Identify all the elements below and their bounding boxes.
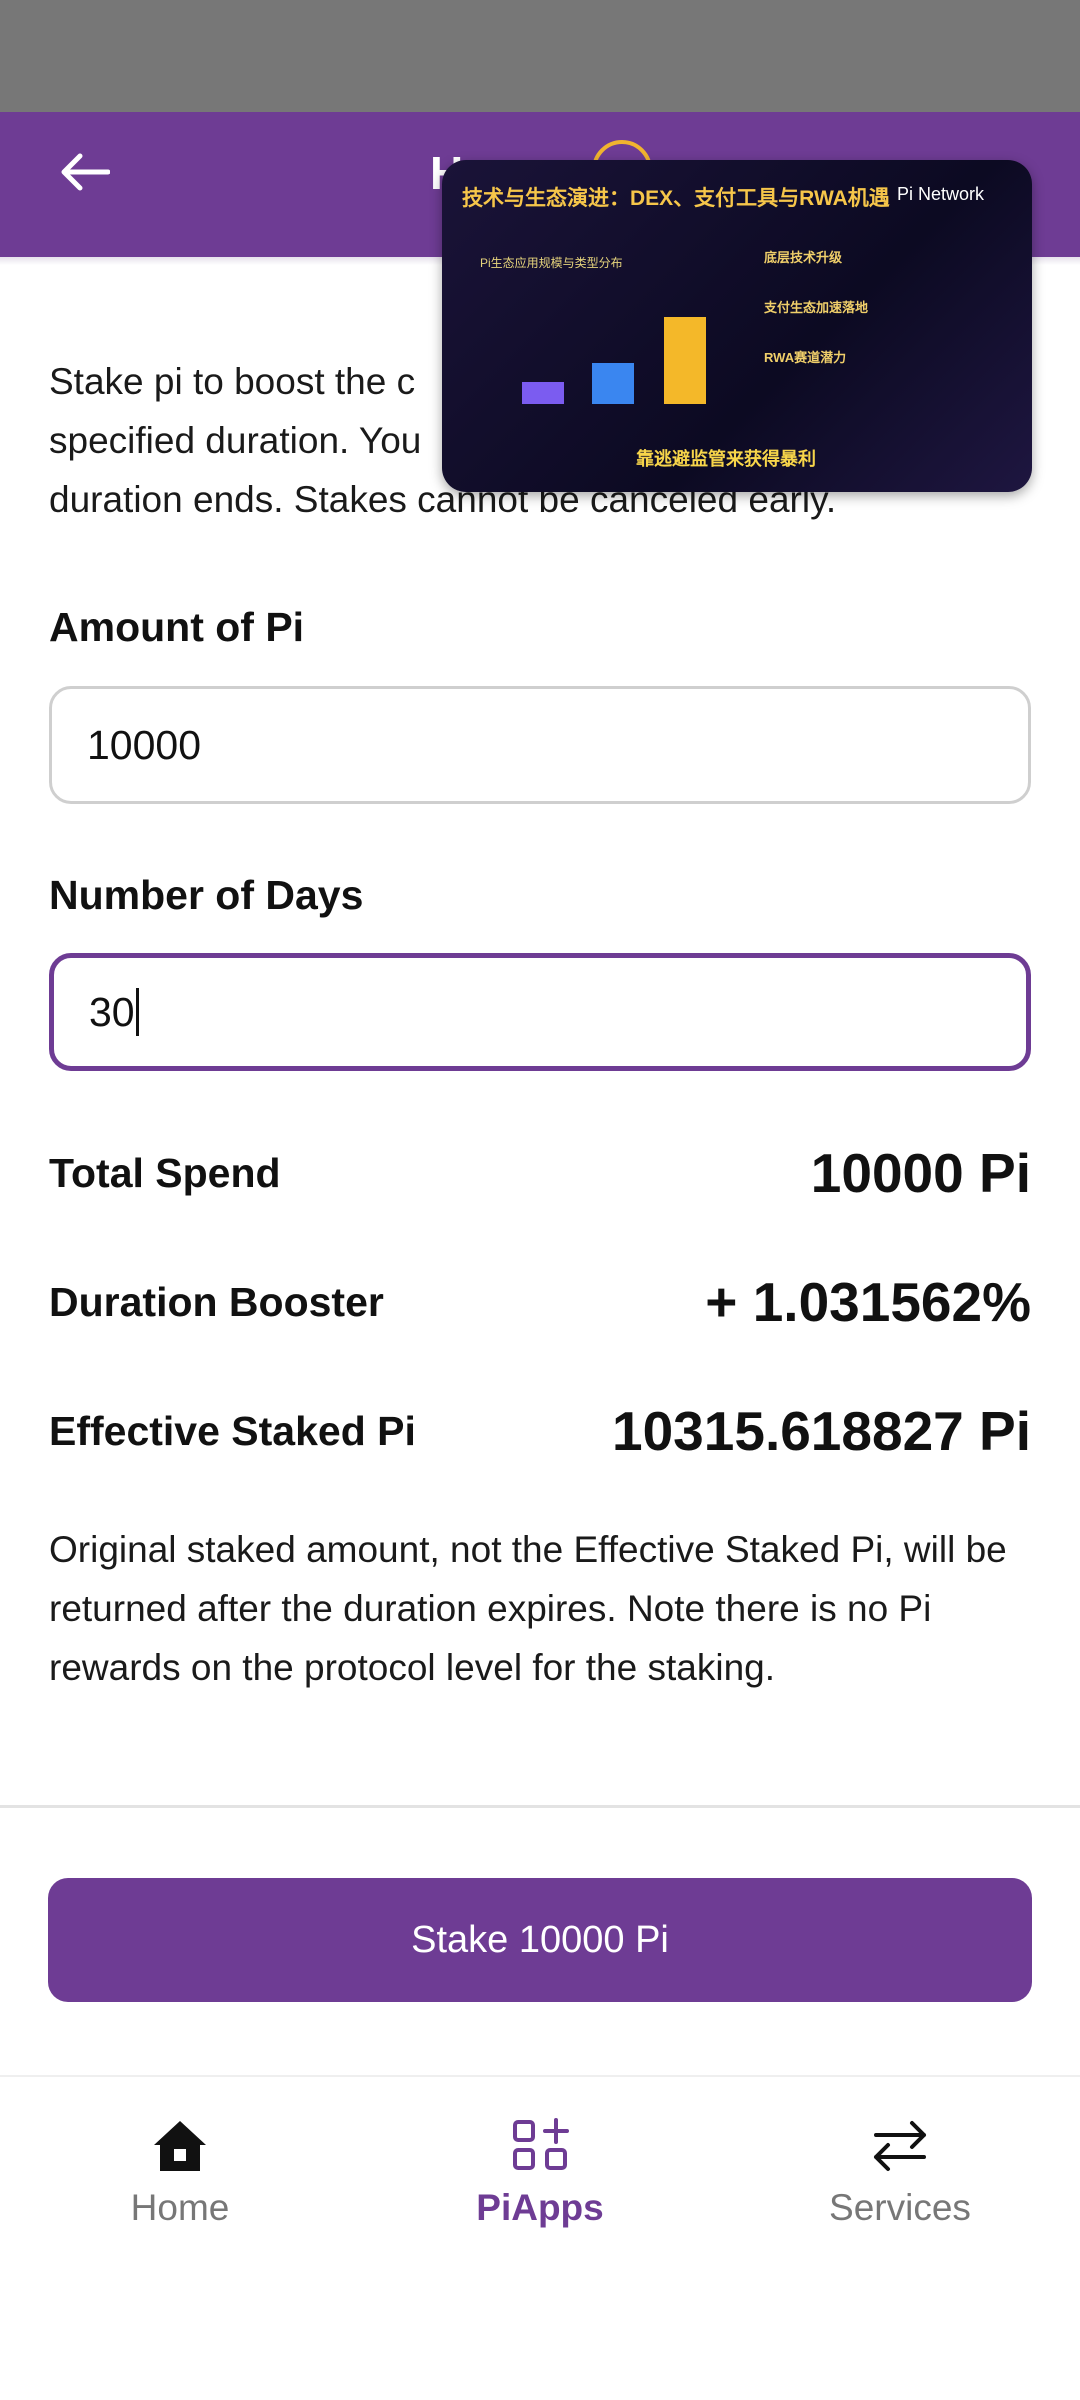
- back-button[interactable]: [52, 140, 116, 204]
- video-bar-1: [522, 382, 564, 404]
- duration-booster-label: Duration Booster: [49, 1279, 384, 1325]
- total-spend-value: 10000 Pi: [810, 1142, 1031, 1204]
- nav-services-label: Services: [829, 2187, 971, 2228]
- floating-video-player[interactable]: 技术与生态演进：DEX、支付工具与RWA机遇 Pi Network Pi生态应用…: [442, 160, 1032, 492]
- days-label: Number of Days: [49, 872, 364, 918]
- nav-piapps-label: PiApps: [476, 2187, 604, 2228]
- duration-booster-value: + 1.031562%: [705, 1271, 1031, 1333]
- video-bar-2: [592, 363, 634, 404]
- exchange-icon: [874, 2121, 926, 2171]
- amount-label: Amount of Pi: [49, 604, 305, 650]
- arrow-left-icon: [61, 153, 110, 191]
- disclaimer-note: Original staked amount, not the Effectiv…: [49, 1529, 1007, 1688]
- total-spend-label: Total Spend: [49, 1150, 281, 1196]
- nav-home[interactable]: Home: [50, 2117, 310, 2229]
- days-value: 30: [89, 988, 135, 1035]
- apps-icon: [513, 2118, 569, 2170]
- nav-home-label: Home: [130, 2187, 230, 2228]
- video-side-heading-1: 底层技术升级: [764, 250, 843, 265]
- video-side-heading-3: RWA赛道潜力: [764, 350, 847, 365]
- video-title: 技术与生态演进：DEX、支付工具与RWA机遇: [462, 187, 890, 210]
- status-bar: [0, 0, 1080, 112]
- effective-staked-label: Effective Staked Pi: [49, 1408, 416, 1454]
- amount-input[interactable]: 10000: [49, 686, 1031, 804]
- video-brand: Pi Network: [896, 184, 984, 204]
- video-chart-title: Pi生态应用规模与类型分布: [480, 256, 623, 270]
- days-input[interactable]: 30: [49, 953, 1031, 1071]
- text-caret: [135, 988, 139, 1036]
- bottom-nav: Home PiApps Services: [0, 2075, 1080, 2400]
- video-subtitle: 靠逃避监管来获得暴利: [636, 449, 816, 469]
- nav-services[interactable]: Services: [770, 2117, 1030, 2229]
- video-side-text: 底层技术升级 支付生态加速落地 RWA赛道潜力: [764, 242, 1024, 366]
- stake-button[interactable]: Stake 10000 Pi: [48, 1878, 1032, 2002]
- video-bar-3: [664, 317, 706, 404]
- amount-value: 10000: [87, 721, 202, 768]
- nav-piapps[interactable]: PiApps: [410, 2117, 670, 2229]
- divider: [0, 1805, 1080, 1808]
- effective-staked-value: 10315.618827 Pi: [612, 1400, 1031, 1462]
- home-icon: [154, 2121, 206, 2171]
- video-side-heading-2: 支付生态加速落地: [764, 300, 869, 315]
